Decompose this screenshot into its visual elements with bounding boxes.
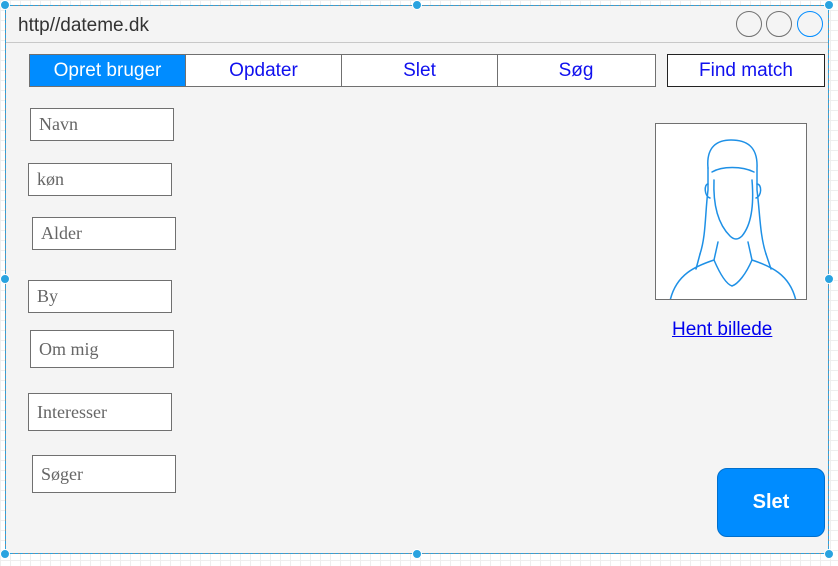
- resize-handle-bottom[interactable]: [412, 549, 422, 559]
- resize-handle-left[interactable]: [0, 274, 10, 284]
- resize-handle-right[interactable]: [824, 274, 834, 284]
- resize-handle-bottom-right[interactable]: [824, 549, 834, 559]
- about-me-field[interactable]: Om mig: [30, 330, 174, 368]
- close-button[interactable]: [797, 11, 823, 37]
- browser-window: http//dateme.dk Opret bruger Opdater Sle…: [5, 5, 829, 554]
- find-match-button[interactable]: Find match: [667, 54, 825, 87]
- city-field[interactable]: By: [28, 280, 172, 313]
- resize-handle-top-right[interactable]: [824, 0, 834, 10]
- resize-handle-bottom-left[interactable]: [0, 549, 10, 559]
- tab-opret-bruger[interactable]: Opret bruger: [30, 55, 186, 86]
- name-field[interactable]: Navn: [30, 108, 174, 141]
- seeking-field[interactable]: Søger: [32, 455, 176, 493]
- gender-field[interactable]: køn: [28, 163, 172, 196]
- minimize-button[interactable]: [736, 11, 762, 37]
- age-field[interactable]: Alder: [32, 217, 176, 250]
- resize-handle-top[interactable]: [412, 0, 422, 10]
- tab-bar: Opret bruger Opdater Slet Søg: [29, 54, 656, 87]
- resize-handle-top-left[interactable]: [0, 0, 10, 10]
- maximize-button[interactable]: [766, 11, 792, 37]
- title-bar: http//dateme.dk: [6, 6, 828, 43]
- profile-photo: [655, 123, 807, 300]
- fetch-photo-link[interactable]: Hent billede: [672, 319, 772, 341]
- tab-soeg[interactable]: Søg: [498, 55, 654, 86]
- tab-opdater[interactable]: Opdater: [186, 55, 342, 86]
- interests-field[interactable]: Interesser: [28, 393, 172, 431]
- person-silhouette-icon: [669, 139, 797, 299]
- tab-slet[interactable]: Slet: [342, 55, 498, 86]
- delete-button[interactable]: Slet: [717, 468, 825, 537]
- address-url: http//dateme.dk: [18, 15, 149, 36]
